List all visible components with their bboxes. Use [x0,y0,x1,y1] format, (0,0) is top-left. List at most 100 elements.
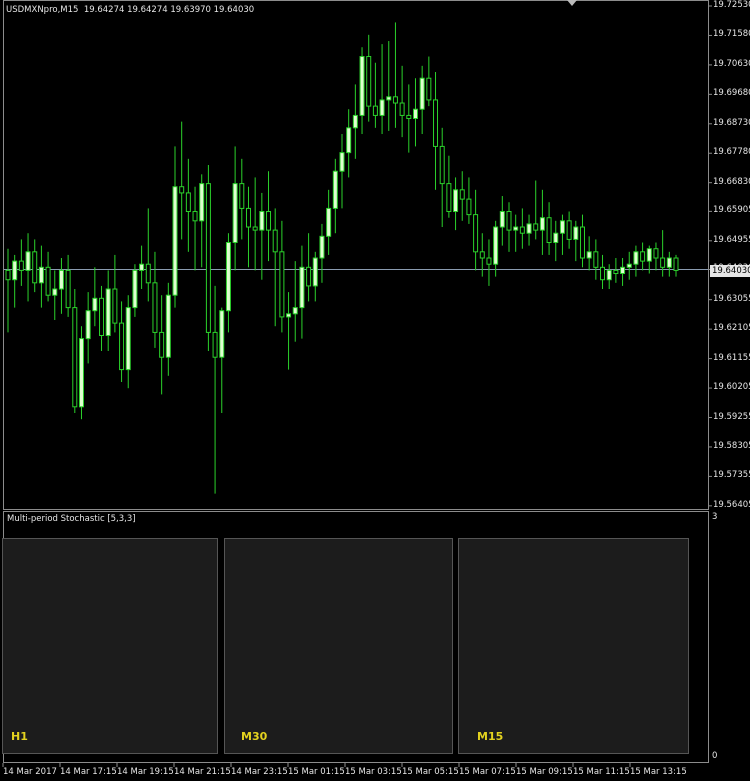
price-tick-label: 19.58305 [713,440,750,451]
candle-body-bull [125,307,131,371]
time-tick-label: 15 Mar 03:15 [345,767,402,777]
indicator-title: Multi-period Stochastic [5,3,3] [7,514,136,524]
chart-shift-marker[interactable] [567,0,577,6]
candle-body-bull [379,99,385,116]
candle [45,251,51,302]
candle [326,189,332,255]
candle [172,146,178,308]
candle [319,223,325,283]
candle-body-bear [566,220,572,240]
candle [152,251,158,348]
candle-body-bull [132,269,138,309]
candle [58,258,64,314]
candle [72,289,78,414]
candle [292,261,298,342]
candle [606,264,612,290]
price-tick-label: 19.57355 [713,470,750,481]
candle-body-bear [245,207,251,228]
candle [533,180,539,240]
candle [346,109,352,178]
candle-body-bull [85,310,91,340]
candle [266,171,272,262]
candle [399,65,405,138]
candle-body-bear [212,331,218,358]
price-tick-label: 19.63055 [713,293,750,304]
candle [653,242,659,271]
price-tick-label: 19.70630 [713,58,750,69]
candle [366,34,372,122]
current-price-tag: 19.64030 [710,265,750,277]
candle-body-bear [32,251,38,284]
candle-body-bull [553,232,559,244]
candle-body-bear [479,251,485,259]
candle [386,41,392,131]
candle [165,282,171,376]
candle [145,208,151,302]
candle-body-bull [499,211,505,228]
candle [553,220,559,262]
candle [566,211,572,249]
candle-body-bull [232,183,238,244]
candle [272,208,278,327]
price-tick-label: 19.64955 [713,234,750,245]
candle [5,248,11,333]
price-tick-label: 19.68730 [713,117,750,128]
time-tick-label: 15 Mar 05:15 [402,767,459,777]
indicator-scale-bottom: 0 [712,751,718,761]
candle [299,245,305,339]
candle-body-bear [205,183,211,333]
candle-body-bull [346,127,352,154]
candle [32,239,38,293]
candle-body-bear [399,102,405,116]
candle-body-bull [386,96,392,101]
candle-body-bear [392,96,398,104]
candle [499,196,505,246]
timeframe-label-h1: H1 [11,730,28,743]
candle-body-bull [339,152,345,172]
candle-body-bear [152,282,158,333]
candle-body-bull [606,269,612,281]
current-price-value: 19.64030 [712,266,750,276]
candle [473,189,479,271]
candle [613,258,619,283]
candle-body-bull [666,257,672,268]
candle-body-bull [219,310,225,358]
price-tick-label: 19.59255 [713,411,750,422]
candle-body-bear [473,214,479,253]
candle [52,270,58,321]
candle [38,245,44,308]
candle-body-bull [646,248,652,262]
candle-body-bear [279,251,285,318]
candle [600,254,606,290]
stoch-panel-m30 [224,538,453,754]
candle [225,233,231,333]
candle-body-bear [459,189,465,200]
candle-body-bull [172,186,178,296]
candle [666,251,672,277]
candle [339,134,345,209]
stoch-panel-h1 [2,538,218,754]
candle-body-bear [519,226,525,234]
timeframe-label-m30: M30 [241,730,268,743]
candle [392,22,398,128]
candle-body-bear [366,56,372,107]
candle [459,171,465,221]
candle-body-bull [559,220,565,234]
candle-body-bull [299,266,305,309]
candle [419,65,425,135]
candle [426,56,432,107]
candle-body-bear [185,192,191,213]
candle-body-bull [513,226,519,231]
candle-body-bear [439,145,445,185]
candle [78,326,84,420]
candle [332,158,338,234]
price-tick-label: 19.60205 [713,382,750,393]
candle-body-bull [165,294,171,358]
timeframe-label-m15: M15 [477,730,504,743]
candle [626,251,632,280]
candle-body-bear [506,211,512,231]
candle [212,285,218,494]
candle [159,295,165,395]
candle [139,245,145,290]
candle-body-bear [653,248,659,259]
